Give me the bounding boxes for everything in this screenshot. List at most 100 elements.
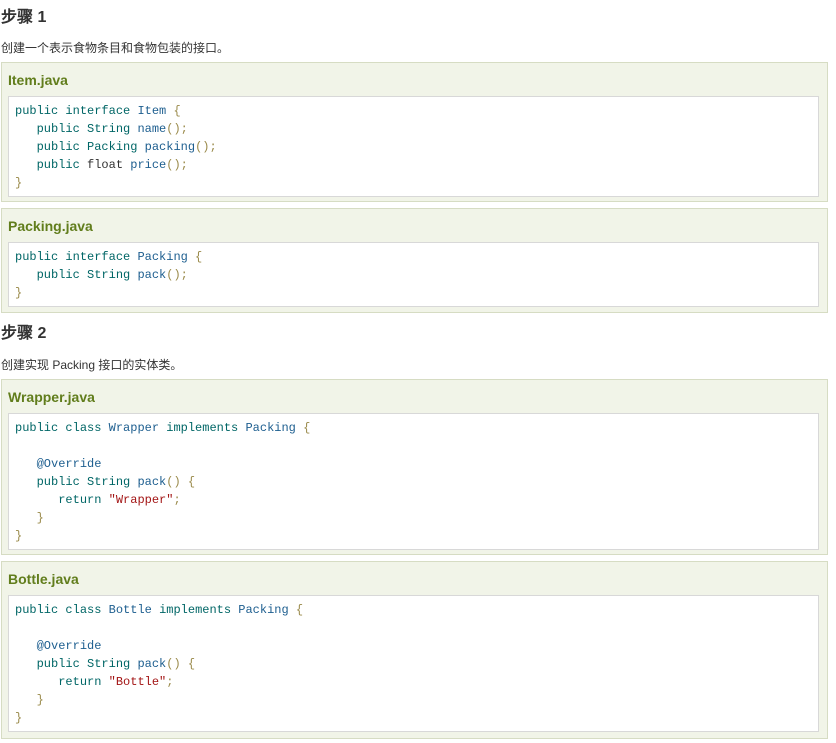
code-token: } <box>36 693 44 707</box>
code-line: @Override <box>15 638 102 654</box>
code-token: public <box>36 268 88 282</box>
code-line: public class Bottle implements Packing { <box>15 602 303 618</box>
code-block: public class Wrapper implements Packing … <box>8 413 819 550</box>
code-token: @Override <box>36 457 102 471</box>
step-1-description: 创建一个表示食物条目和食物包装的接口。 <box>1 41 230 55</box>
code-token: String <box>87 475 138 489</box>
step-1-heading: 步骤 1 <box>1 9 47 26</box>
code-token: public <box>36 158 88 172</box>
code-token: Wrapper <box>108 421 167 435</box>
code-token: public <box>36 475 88 489</box>
code-token: public <box>15 104 66 118</box>
code-line: } <box>15 710 22 726</box>
code-block: public interface Item { public String na… <box>8 96 819 197</box>
code-token: () { <box>166 657 196 671</box>
code-panel-packing: Packing.java public interface Packing { … <box>1 208 828 313</box>
code-token: { <box>295 603 304 617</box>
code-token: Bottle <box>108 603 160 617</box>
code-token: Packing <box>137 250 196 264</box>
code-token: return <box>58 493 109 507</box>
code-token: () { <box>166 475 196 489</box>
code-token: pack <box>137 268 167 282</box>
code-token: ; <box>173 493 181 507</box>
code-line: return "Bottle"; <box>15 674 173 690</box>
code-token: Packing <box>238 603 296 617</box>
file-name: Bottle.java <box>8 571 79 587</box>
code-line: public String pack() { <box>15 656 195 672</box>
code-token: interface <box>65 104 138 118</box>
file-name: Wrapper.java <box>8 389 95 405</box>
code-line: public interface Item { <box>15 103 181 119</box>
file-name: Item.java <box>8 72 68 88</box>
code-line: return "Wrapper"; <box>15 492 181 508</box>
code-token: (); <box>166 122 188 136</box>
file-name: Packing.java <box>8 218 93 234</box>
code-line: } <box>15 175 22 191</box>
code-token: Item <box>137 104 174 118</box>
code-token: public <box>36 122 88 136</box>
code-token: (); <box>195 140 217 154</box>
code-panel-item: Item.java public interface Item { public… <box>1 62 828 202</box>
code-token: price <box>130 158 167 172</box>
code-token: public <box>15 603 66 617</box>
code-line: public float price(); <box>15 157 188 173</box>
code-token: class <box>65 603 109 617</box>
code-token: Packing <box>87 140 145 154</box>
code-line: public String pack() { <box>15 474 195 490</box>
code-token: } <box>15 286 23 300</box>
code-token: String <box>87 657 138 671</box>
code-token: implements <box>166 421 246 435</box>
code-line: public interface Packing { <box>15 249 202 265</box>
code-line: public class Wrapper implements Packing … <box>15 420 310 436</box>
code-token: public <box>15 250 66 264</box>
code-token: (); <box>166 158 188 172</box>
code-line: public String pack(); <box>15 267 188 283</box>
code-token: "Bottle" <box>108 675 167 689</box>
code-token: name <box>137 122 167 136</box>
code-token: implements <box>159 603 239 617</box>
code-panel-wrapper: Wrapper.java public class Wrapper implem… <box>1 379 828 555</box>
code-token: public <box>36 140 88 154</box>
code-token: String <box>87 268 138 282</box>
code-token: public <box>15 421 66 435</box>
step-2-description: 创建实现 Packing 接口的实体类。 <box>1 358 183 372</box>
code-token: class <box>65 421 109 435</box>
code-token: { <box>303 421 311 435</box>
code-line: public String name(); <box>15 121 188 137</box>
step-2-heading: 步骤 2 <box>1 325 47 342</box>
code-token: { <box>195 250 203 264</box>
code-token: } <box>15 711 23 725</box>
code-block: public class Bottle implements Packing {… <box>8 595 819 732</box>
code-line: } <box>15 528 22 544</box>
code-line: } <box>15 285 22 301</box>
code-token: pack <box>137 475 167 489</box>
code-panel-bottle: Bottle.java public class Bottle implemen… <box>1 561 828 739</box>
code-token: (); <box>166 268 188 282</box>
code-line <box>15 438 22 454</box>
code-line: @Override <box>15 456 102 472</box>
code-token: float <box>87 158 131 172</box>
code-line <box>15 620 22 636</box>
code-token: pack <box>137 657 167 671</box>
code-token: public <box>36 657 88 671</box>
code-token: "Wrapper" <box>108 493 174 507</box>
code-token: ; <box>166 675 174 689</box>
code-token: interface <box>65 250 138 264</box>
code-block: public interface Packing { public String… <box>8 242 819 307</box>
code-token: Packing <box>245 421 304 435</box>
code-token: return <box>58 675 109 689</box>
code-token: @Override <box>36 639 102 653</box>
